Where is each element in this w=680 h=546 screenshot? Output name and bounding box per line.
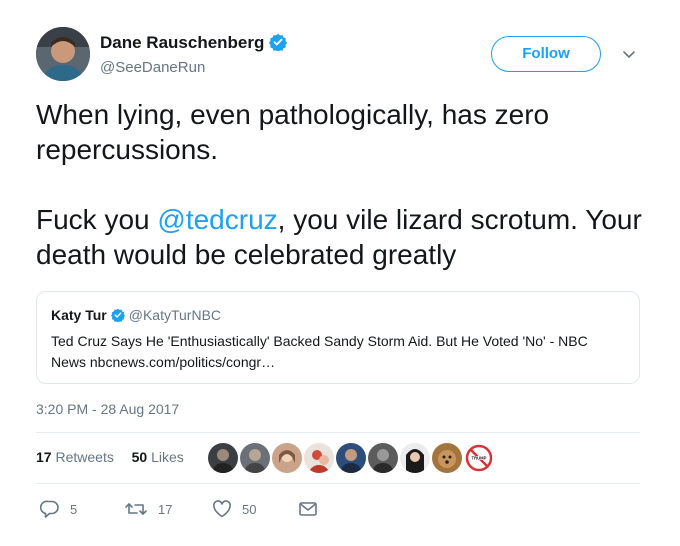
envelope-icon: [298, 500, 318, 518]
tweet-line-2-prefix: Fuck you: [36, 204, 158, 235]
follow-button[interactable]: Follow: [491, 36, 601, 72]
quoted-author-name: Katy Tur: [51, 307, 107, 323]
tweet-actions: 5 17 50: [40, 500, 360, 520]
retweet-icon: [124, 500, 148, 518]
quoted-tweet-header: Katy Tur @KatyTurNBC: [51, 307, 221, 325]
tweet-line-1: When lying, even pathologically, has zer…: [36, 99, 557, 165]
mention-link[interactable]: @tedcruz: [157, 204, 277, 235]
like-count: 50: [242, 501, 257, 517]
retweets-count: 17: [36, 449, 52, 465]
liker-avatar[interactable]: [432, 443, 462, 473]
reply-button[interactable]: 5: [40, 500, 77, 518]
heart-icon: [212, 500, 232, 518]
liker-avatar[interactable]: [272, 443, 302, 473]
liker-avatar[interactable]: [336, 443, 366, 473]
verified-badge-icon: [110, 308, 125, 325]
likes-label: Likes: [151, 449, 184, 465]
retweets-label: Retweets: [55, 449, 114, 465]
reply-icon: [40, 500, 60, 518]
author-name[interactable]: Dane Rauschenberg: [100, 33, 264, 52]
divider: [36, 483, 640, 484]
liker-avatar[interactable]: [400, 443, 430, 473]
tweet-stats: 17 Retweets 50 Likes: [36, 449, 184, 465]
liker-avatars: TRUMP: [208, 443, 494, 473]
liker-avatar[interactable]: TRUMP: [464, 443, 494, 473]
retweets-stat[interactable]: 17 Retweets: [36, 449, 114, 465]
retweet-count: 17: [158, 501, 173, 517]
direct-message-button[interactable]: [298, 500, 318, 518]
liker-avatar[interactable]: [368, 443, 398, 473]
author-handle[interactable]: @SeeDaneRun: [100, 59, 205, 76]
retweet-button[interactable]: 17: [124, 500, 172, 518]
quoted-tweet-text: Ted Cruz Says He 'Enthusiastically' Back…: [51, 333, 588, 370]
svg-text:TRUMP: TRUMP: [472, 455, 487, 460]
author-name-row[interactable]: Dane Rauschenberg: [100, 33, 288, 56]
liker-avatar[interactable]: [240, 443, 270, 473]
verified-badge-icon: [269, 33, 288, 56]
tweet-text: When lying, even pathologically, has zer…: [36, 97, 656, 272]
quoted-author-handle: @KatyTurNBC: [128, 307, 222, 323]
avatar[interactable]: [36, 27, 90, 81]
tweet-timestamp[interactable]: 3:20 PM - 28 Aug 2017: [36, 401, 179, 417]
divider: [36, 432, 640, 433]
like-button[interactable]: 50: [212, 500, 256, 518]
reply-count: 5: [70, 501, 78, 517]
liker-avatar[interactable]: [304, 443, 334, 473]
liker-avatar[interactable]: [208, 443, 238, 473]
chevron-down-icon[interactable]: [621, 46, 637, 62]
likes-count: 50: [131, 449, 148, 465]
quoted-tweet[interactable]: Katy Tur @KatyTurNBC Ted Cruz Says He 'En…: [36, 291, 640, 384]
likes-stat[interactable]: 50 Likes: [132, 449, 184, 465]
